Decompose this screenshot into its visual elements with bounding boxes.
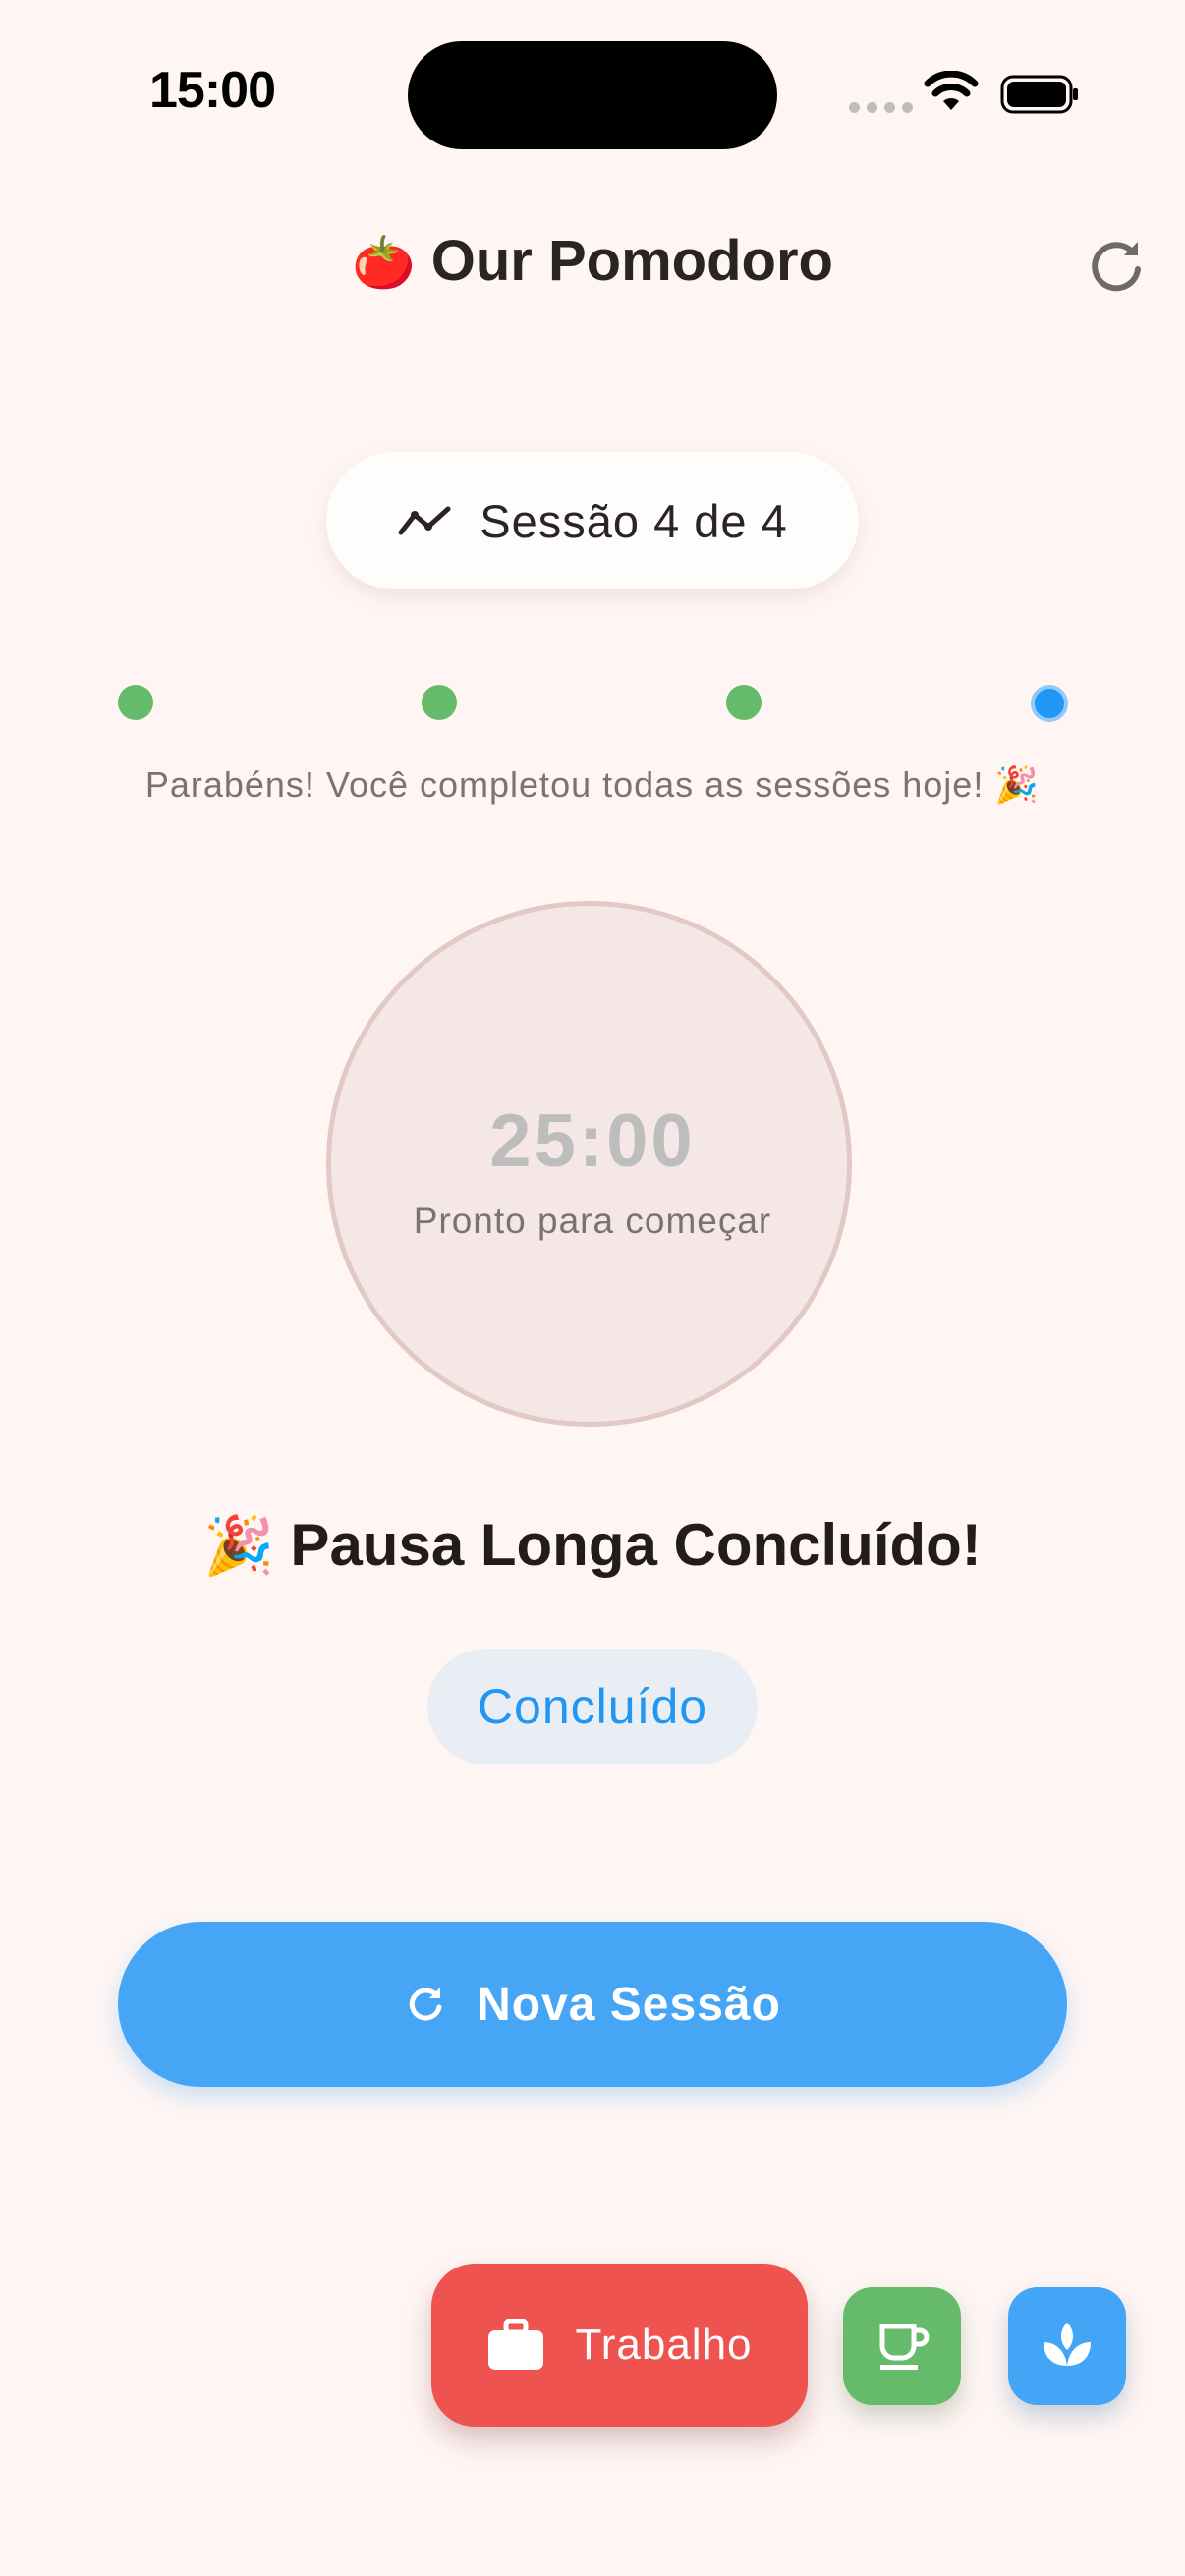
short-break-button[interactable] <box>843 2287 961 2405</box>
session-counter-label: Sessão 4 de 4 <box>480 494 788 547</box>
tomato-icon: 🍅 <box>352 235 416 292</box>
wifi-icon <box>924 71 979 110</box>
completion-title-text: Pausa Longa Concluído! <box>290 1512 982 1578</box>
app-title: 🍅 Our Pomodoro <box>0 228 1185 294</box>
completed-status-chip: Concluído <box>427 1649 758 1764</box>
coffee-icon <box>879 2324 930 2370</box>
cellular-signal-icon <box>849 102 913 113</box>
long-break-button[interactable] <box>1008 2287 1126 2405</box>
work-mode-button[interactable]: Trabalho <box>431 2264 808 2427</box>
timer-status: Pronto para começar <box>413 1201 772 1241</box>
session-dot-3 <box>726 685 762 720</box>
session-dot-4 <box>1031 685 1068 722</box>
session-dot-1 <box>118 685 153 720</box>
refresh-icon[interactable] <box>1085 234 1148 297</box>
work-mode-label: Trabalho <box>575 2321 753 2369</box>
battery-icon <box>1000 75 1078 114</box>
session-dot-2 <box>422 685 457 720</box>
status-time: 15:00 <box>149 62 276 119</box>
trend-line-icon <box>398 506 451 535</box>
new-session-button[interactable]: Nova Sessão <box>118 1922 1067 2087</box>
refresh-icon <box>409 1988 442 2021</box>
briefcase-icon <box>488 2319 544 2370</box>
party-icon: 🎉 <box>203 1514 275 1578</box>
session-counter-chip: Sessão 4 de 4 <box>326 452 859 589</box>
congrats-message: Parabéns! Você completou todas as sessõe… <box>144 764 1041 805</box>
new-session-label: Nova Sessão <box>477 1978 781 2031</box>
timer-value: 25:00 <box>489 1099 696 1183</box>
completion-title: 🎉 Pausa Longa Concluído! <box>0 1511 1185 1580</box>
spa-icon <box>1044 2323 1091 2366</box>
dynamic-island <box>408 41 777 149</box>
app-title-text: Our Pomodoro <box>430 229 833 293</box>
